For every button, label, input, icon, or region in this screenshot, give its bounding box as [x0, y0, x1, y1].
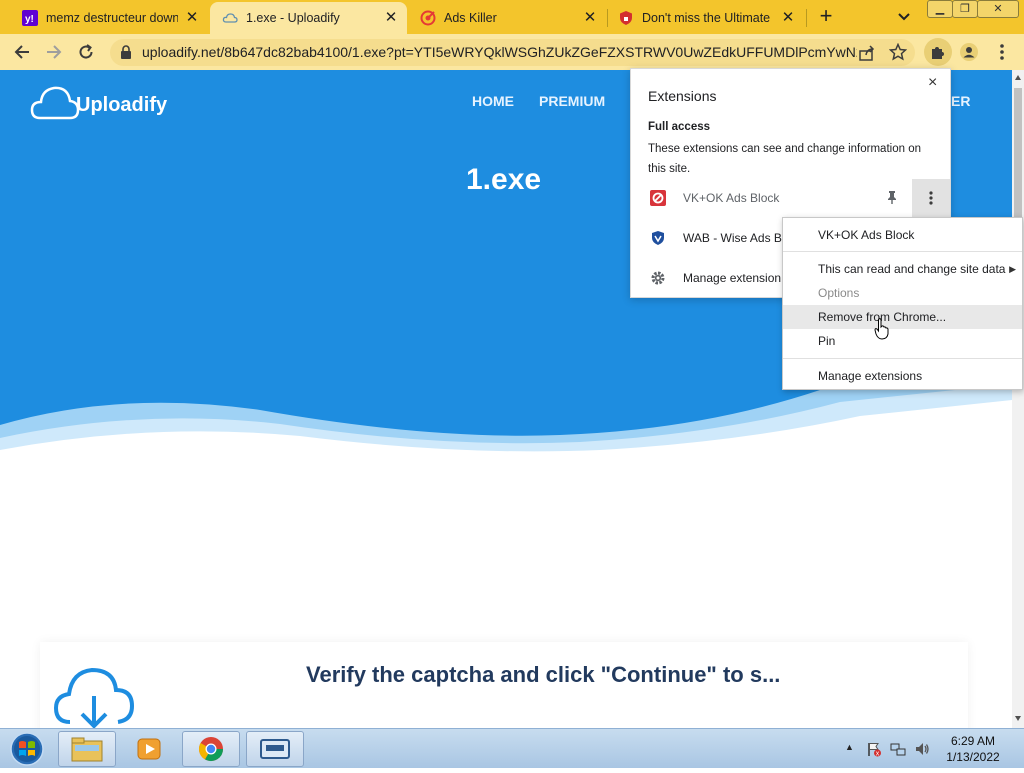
system-clock[interactable]: 6:29 AM 1/13/2022 [938, 733, 1008, 765]
close-window-button[interactable]: ✕ [977, 0, 1019, 18]
taskbar-app[interactable] [246, 731, 304, 767]
tab-title: Don't miss the Ultimate P [642, 11, 774, 25]
extension-name: VK+OK Ads Block [683, 191, 780, 205]
hand-cursor-icon [874, 318, 889, 340]
forward-button[interactable] [42, 40, 66, 64]
close-tab-icon[interactable]: ✕ [780, 10, 796, 26]
folder-icon [71, 737, 103, 762]
clock-date: 1/13/2022 [946, 750, 1000, 764]
svg-text:x: x [876, 751, 880, 758]
chevron-right-icon: ▶ [1009, 264, 1016, 274]
extension-context-menu: VK+OK Ads Block This can read and change… [782, 217, 1023, 390]
tab-title: Ads Killer [444, 11, 497, 25]
tab-ads-killer[interactable]: Ads Killer ✕ [408, 2, 606, 34]
restore-button[interactable]: ❐ [952, 0, 978, 18]
show-hidden-icons-icon[interactable]: ▲ [845, 742, 861, 758]
volume-icon[interactable] [914, 741, 930, 757]
cloud-download-icon [54, 667, 134, 728]
tab-strip: y! memz destructeur downl ✕ 1.exe - Uplo… [0, 0, 1024, 34]
address-bar[interactable]: uploadify.net/8b647dc82bab4100/1.exe?pt=… [110, 39, 915, 66]
page-heading: 1.exe [466, 163, 542, 196]
network-icon[interactable] [890, 741, 906, 757]
tab-title: 1.exe - Uploadify [246, 11, 340, 25]
taskbar-explorer[interactable] [58, 731, 116, 767]
logo-text: Uploadify [76, 93, 168, 116]
menu-item-site-access[interactable]: This can read and change site data ▶ [783, 257, 1022, 281]
captcha-instruction: Verify the captcha and click "Continue" … [306, 662, 781, 687]
kebab-menu-icon[interactable] [990, 40, 1014, 64]
windows-orb-icon [10, 732, 44, 766]
gear-icon [650, 270, 666, 286]
vk-ok-block-icon [650, 190, 666, 206]
pin-icon[interactable] [884, 189, 900, 205]
scrollbar-thumb[interactable] [1014, 88, 1022, 218]
menu-item-options: Options [818, 286, 860, 300]
extension-row-vk-ok[interactable]: VK+OK Ads Block [631, 179, 952, 217]
reload-button[interactable] [74, 40, 98, 64]
close-tab-icon[interactable]: ✕ [383, 10, 399, 26]
menu-item-extension-name[interactable]: VK+OK Ads Block [783, 223, 1022, 247]
shield-icon [618, 10, 634, 26]
tab-memz[interactable]: y! memz destructeur downl ✕ [10, 2, 208, 34]
extensions-puzzle-icon[interactable] [924, 38, 952, 66]
bookmark-star-icon[interactable] [888, 42, 908, 66]
manage-extensions-label: Manage extension [683, 271, 782, 285]
minimize-button[interactable]: ▁ [927, 0, 953, 18]
lock-icon [120, 45, 132, 65]
windows-taskbar: ▲ x 6:29 AM 1/13/2022 [0, 728, 1024, 768]
captcha-card: Verify the captcha and click "Continue" … [40, 642, 968, 728]
nav-home[interactable]: HOME [472, 93, 514, 109]
window-app-icon [260, 739, 290, 759]
page-scrollbar[interactable] [1012, 70, 1024, 728]
close-icon[interactable]: × [928, 74, 937, 92]
chevron-down-icon[interactable] [894, 8, 914, 26]
share-icon[interactable] [858, 44, 876, 67]
back-button[interactable] [10, 40, 34, 64]
browser-toolbar: uploadify.net/8b647dc82bab4100/1.exe?pt=… [0, 34, 1024, 70]
chrome-icon [198, 737, 223, 762]
tab-uploadify[interactable]: 1.exe - Uploadify ✕ [210, 2, 407, 34]
menu-item-label: This can read and change site data [818, 262, 1006, 276]
extension-name: WAB - Wise Ads Bl [683, 231, 785, 245]
clock-time: 6:29 AM [950, 734, 996, 748]
menu-item-pin[interactable]: Pin [783, 329, 1022, 353]
taskbar-chrome[interactable] [182, 731, 240, 767]
yahoo-icon: y! [22, 10, 38, 26]
svg-text:y!: y! [25, 14, 34, 25]
profile-avatar-icon[interactable] [957, 40, 981, 64]
full-access-heading: Full access [648, 121, 711, 133]
popup-title: Extensions [648, 88, 717, 104]
ads-killer-icon [420, 10, 436, 26]
site-logo[interactable]: Uploadify [30, 80, 167, 122]
taskbar-media-player[interactable] [120, 731, 178, 767]
kebab-menu-icon [929, 191, 933, 205]
tab-title: memz destructeur downl [46, 11, 178, 25]
menu-item-manage-extensions[interactable]: Manage extensions [783, 364, 1022, 388]
nav-premium[interactable]: PREMIUM [539, 93, 605, 109]
more-actions-button[interactable] [912, 179, 950, 217]
tab-dont-miss[interactable]: Don't miss the Ultimate P ✕ [606, 2, 804, 34]
media-player-icon [137, 738, 161, 760]
close-tab-icon[interactable]: ✕ [582, 10, 598, 26]
cloud-icon [222, 10, 238, 26]
cloud-logo-icon [30, 86, 80, 120]
url-text: uploadify.net/8b647dc82bab4100/1.exe?pt=… [142, 44, 857, 60]
close-tab-icon[interactable]: ✕ [184, 10, 200, 26]
start-button[interactable] [4, 730, 50, 768]
new-tab-button[interactable]: + [814, 5, 838, 28]
menu-item-remove-from-chrome[interactable]: Remove from Chrome... [783, 305, 1022, 329]
nav-partial[interactable]: ER [951, 93, 970, 109]
full-access-description: These extensions can see and change info… [648, 143, 921, 175]
wab-shield-icon [650, 230, 666, 246]
action-center-flag-icon[interactable]: x [866, 741, 882, 758]
